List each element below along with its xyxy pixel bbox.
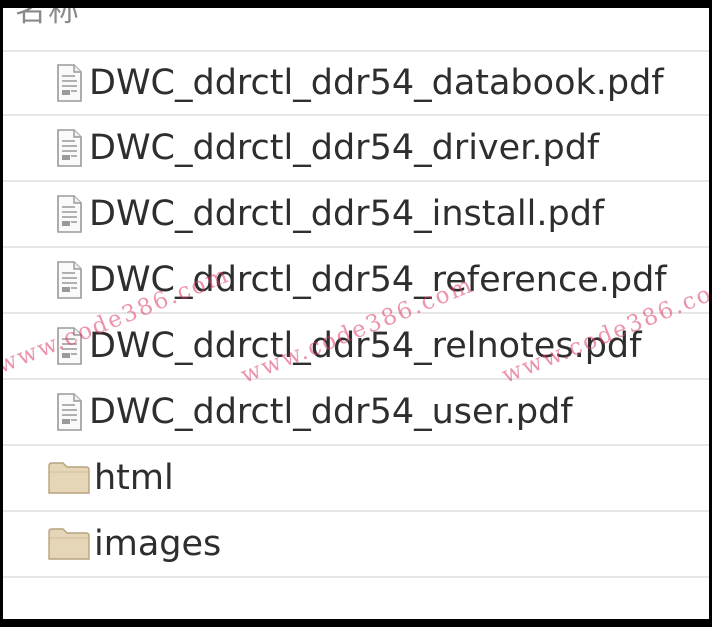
- list-item[interactable]: DWC_ddrctl_ddr54_user.pdf: [3, 380, 709, 446]
- list-item[interactable]: DWC_ddrctl_ddr54_relnotes.pdf: [3, 314, 709, 380]
- folder-name: images: [94, 524, 222, 564]
- folder-name: html: [94, 458, 174, 498]
- list-item[interactable]: images: [3, 512, 709, 578]
- name-column-header[interactable]: 名称: [15, 8, 81, 27]
- list-item[interactable]: DWC_ddrctl_ddr54_databook.pdf: [3, 50, 709, 116]
- file-name: DWC_ddrctl_ddr54_reference.pdf: [89, 260, 667, 300]
- file-name: DWC_ddrctl_ddr54_user.pdf: [89, 392, 573, 432]
- bottom-border: [0, 619, 712, 627]
- file-list: DWC_ddrctl_ddr54_databook.pdf DWC_ddrctl…: [3, 50, 709, 578]
- folder-icon: [39, 456, 99, 500]
- list-item[interactable]: DWC_ddrctl_ddr54_driver.pdf: [3, 116, 709, 182]
- list-item[interactable]: DWC_ddrctl_ddr54_reference.pdf: [3, 248, 709, 314]
- file-name: DWC_ddrctl_ddr54_install.pdf: [89, 194, 605, 234]
- list-item[interactable]: DWC_ddrctl_ddr54_install.pdf: [3, 182, 709, 248]
- screenshot-frame: 名称 DWC_ddrctl_ddr54_databook.pdf DWC_ddr…: [0, 0, 712, 627]
- folder-icon: [39, 522, 99, 566]
- file-name: DWC_ddrctl_ddr54_driver.pdf: [89, 128, 600, 168]
- file-list-panel: 名称 DWC_ddrctl_ddr54_databook.pdf DWC_ddr…: [3, 8, 709, 621]
- file-name: DWC_ddrctl_ddr54_relnotes.pdf: [89, 326, 642, 366]
- list-item[interactable]: html: [3, 446, 709, 512]
- file-name: DWC_ddrctl_ddr54_databook.pdf: [89, 63, 664, 103]
